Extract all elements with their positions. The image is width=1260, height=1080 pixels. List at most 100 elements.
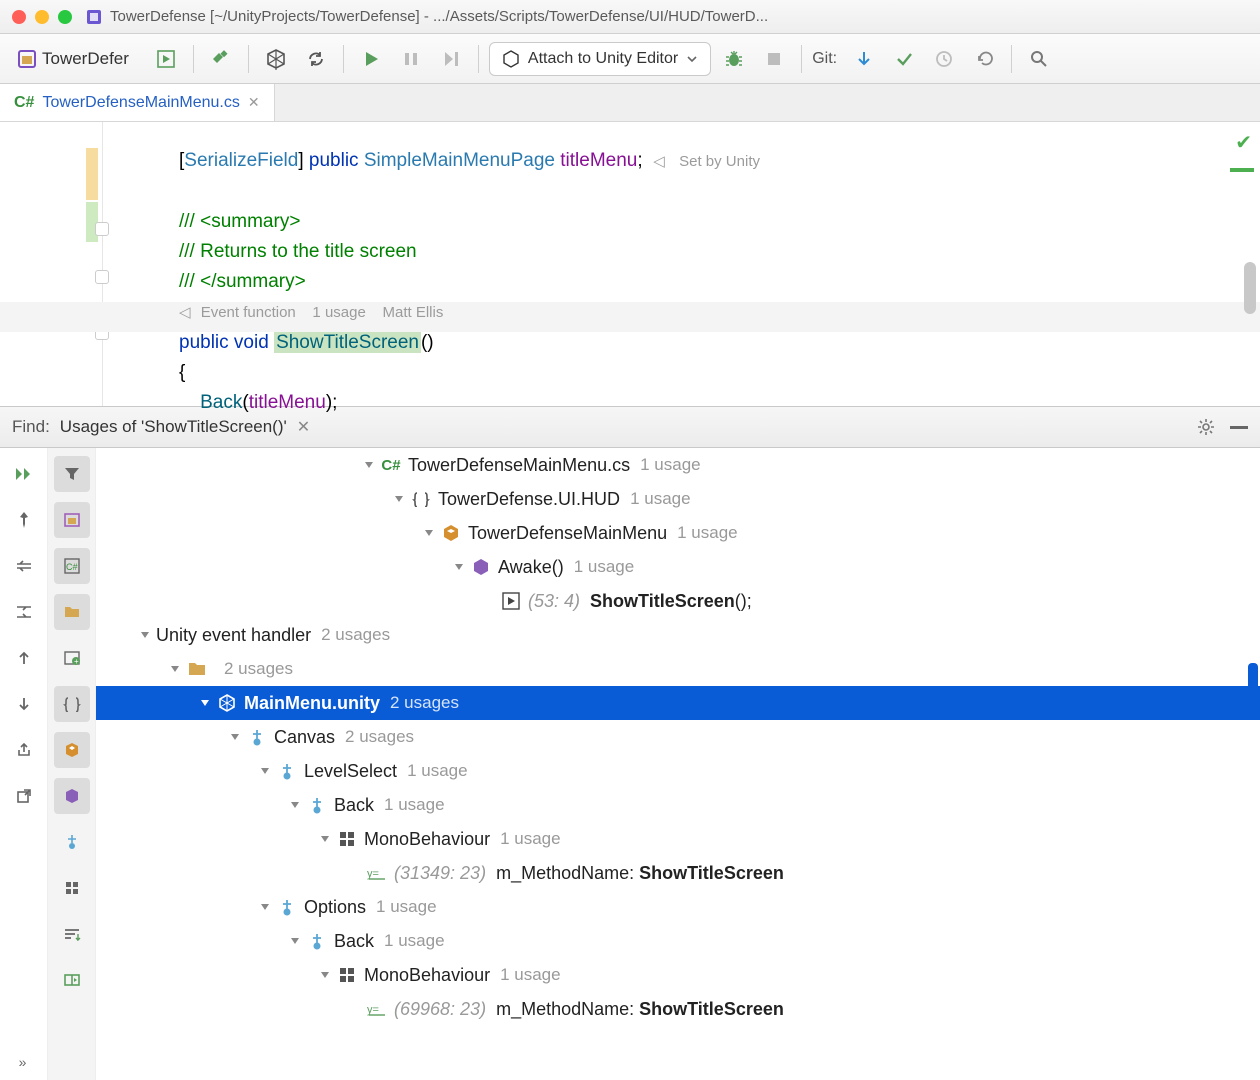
search-button[interactable] [1022,42,1056,76]
inspection-ok-icon[interactable]: ✔ [1235,130,1252,155]
usage-count: 1 usage [384,931,445,951]
scrollbar-thumb[interactable] [1244,262,1256,314]
close-tab-icon[interactable]: ✕ [248,94,260,111]
hammer-button[interactable] [204,42,238,76]
run-target-button[interactable] [149,42,183,76]
node-label: MainMenu.unity [244,693,380,714]
unity-icon [502,50,520,68]
collapse-button[interactable] [6,548,42,584]
usage-count: 2 usages [345,727,414,747]
maximize-window-icon[interactable] [58,10,72,24]
group-comp-button[interactable] [54,870,90,906]
usage-row[interactable]: y=(69968: 23)m_MethodName: ShowTitleScre… [96,992,1260,1026]
node-label: TowerDefense.UI.HUD [438,489,620,510]
gutter [0,122,155,406]
open-new-tab-button[interactable] [6,778,42,814]
tree-node[interactable]: Options1 usage [96,890,1260,924]
scrollbar-thumb[interactable] [1248,663,1258,707]
expand-arrow-icon[interactable] [420,524,438,542]
git-rollback-button[interactable] [967,42,1001,76]
next-button[interactable] [6,686,42,722]
expand-arrow-icon[interactable] [196,694,214,712]
tree-node[interactable]: Unity event handler2 usages [96,618,1260,652]
tree-node[interactable]: TowerDefenseMainMenu1 usage [96,516,1260,550]
more-button[interactable]: » [19,1054,29,1070]
git-update-button[interactable] [847,42,881,76]
tree-node[interactable]: LevelSelect1 usage [96,754,1260,788]
usage-row[interactable]: y=(31349: 23)m_MethodName: ShowTitleScre… [96,856,1260,890]
tree-node[interactable]: Awake()1 usage [96,550,1260,584]
expand-arrow-icon[interactable] [286,796,304,814]
git-commit-button[interactable] [887,42,921,76]
expand-arrow-icon[interactable] [256,898,274,916]
fold-icon[interactable] [95,270,109,284]
expand-arrow-icon[interactable] [136,626,154,644]
tree-node[interactable]: TowerDefense.UI.HUD 1 usage [96,482,1260,516]
location: (31349: 23) [394,863,486,884]
run-button[interactable] [354,42,388,76]
code-snippet: ShowTitleScreen(); [590,591,752,612]
group-go-button[interactable] [54,824,90,860]
group-dir-button[interactable] [54,594,90,630]
expand-arrow-icon[interactable] [286,932,304,950]
group-ns-button[interactable] [54,686,90,722]
tree-node[interactable]: MonoBehaviour1 usage [96,822,1260,856]
svg-text:y=: y= [367,868,379,880]
expand-arrow-icon[interactable] [316,966,334,984]
tree-node[interactable]: 2 usages [96,652,1260,686]
marker-stripe[interactable] [1230,168,1254,172]
unity-button[interactable] [259,42,293,76]
expand-arrow-icon[interactable] [450,558,468,576]
expand-arrow-icon[interactable] [166,660,184,678]
group-method-button[interactable] [54,778,90,814]
node-label: LevelSelect [304,761,397,782]
tree-node[interactable]: MainMenu.unity2 usages [96,686,1260,720]
settings-icon[interactable] [1196,417,1216,437]
project-selector[interactable]: TowerDefer [10,45,137,73]
tree-node[interactable]: MonoBehaviour1 usage [96,958,1260,992]
close-window-icon[interactable] [12,10,26,24]
usage-count: 1 usage [500,829,561,849]
sort-button[interactable] [54,916,90,952]
minimize-panel-icon[interactable] [1230,426,1248,429]
group-file-button[interactable]: C# [54,548,90,584]
group-class-button[interactable] [54,732,90,768]
expand-button[interactable] [6,594,42,630]
tab-file[interactable]: C# TowerDefenseMainMenu.cs ✕ [0,84,275,121]
minimize-window-icon[interactable] [35,10,49,24]
expand-arrow-icon[interactable] [390,490,408,508]
fold-icon[interactable] [95,222,109,236]
code-editor[interactable]: [SerializeField] public SimpleMainMenuPa… [0,122,1260,406]
tree-node[interactable]: Back1 usage [96,788,1260,822]
csharp-icon: C# [14,94,34,112]
export-button[interactable] [6,732,42,768]
expand-arrow-icon[interactable] [226,728,244,746]
stop-button[interactable] [757,42,791,76]
tree-node[interactable]: C#TowerDefenseMainMenu.cs1 usage [96,448,1260,482]
preview-button[interactable] [54,962,90,998]
usages-tree[interactable]: C#TowerDefenseMainMenu.cs1 usageTowerDef… [96,448,1260,1080]
code-lens[interactable]: ◁ Event function 1 usage Matt Ellis [179,298,443,328]
tree-node[interactable]: Canvas2 usages [96,720,1260,754]
tree-node[interactable]: Back1 usage [96,924,1260,958]
pin-button[interactable] [6,502,42,538]
expand-arrow-icon[interactable] [360,456,378,474]
expand-arrow-icon[interactable] [316,830,334,848]
prev-button[interactable] [6,640,42,676]
git-history-button[interactable] [927,42,961,76]
usage-row[interactable]: (53: 4)ShowTitleScreen(); [96,584,1260,618]
pause-button[interactable] [394,42,428,76]
close-find-tab-icon[interactable]: ✕ [297,417,310,437]
code-area[interactable]: [SerializeField] public SimpleMainMenuPa… [155,122,1224,406]
expand-arrow-icon[interactable] [256,762,274,780]
refresh-button[interactable] [299,42,333,76]
usage-count: 1 usage [630,489,691,509]
group-module-button[interactable] [54,502,90,538]
step-button[interactable] [434,42,468,76]
debug-button[interactable] [717,42,751,76]
rerun-button[interactable] [6,456,42,492]
run-config-selector[interactable]: Attach to Unity Editor [489,42,711,76]
node-label: TowerDefenseMainMenu.cs [408,455,630,476]
group-usage-button[interactable]: + [54,640,90,676]
filter-button[interactable] [54,456,90,492]
